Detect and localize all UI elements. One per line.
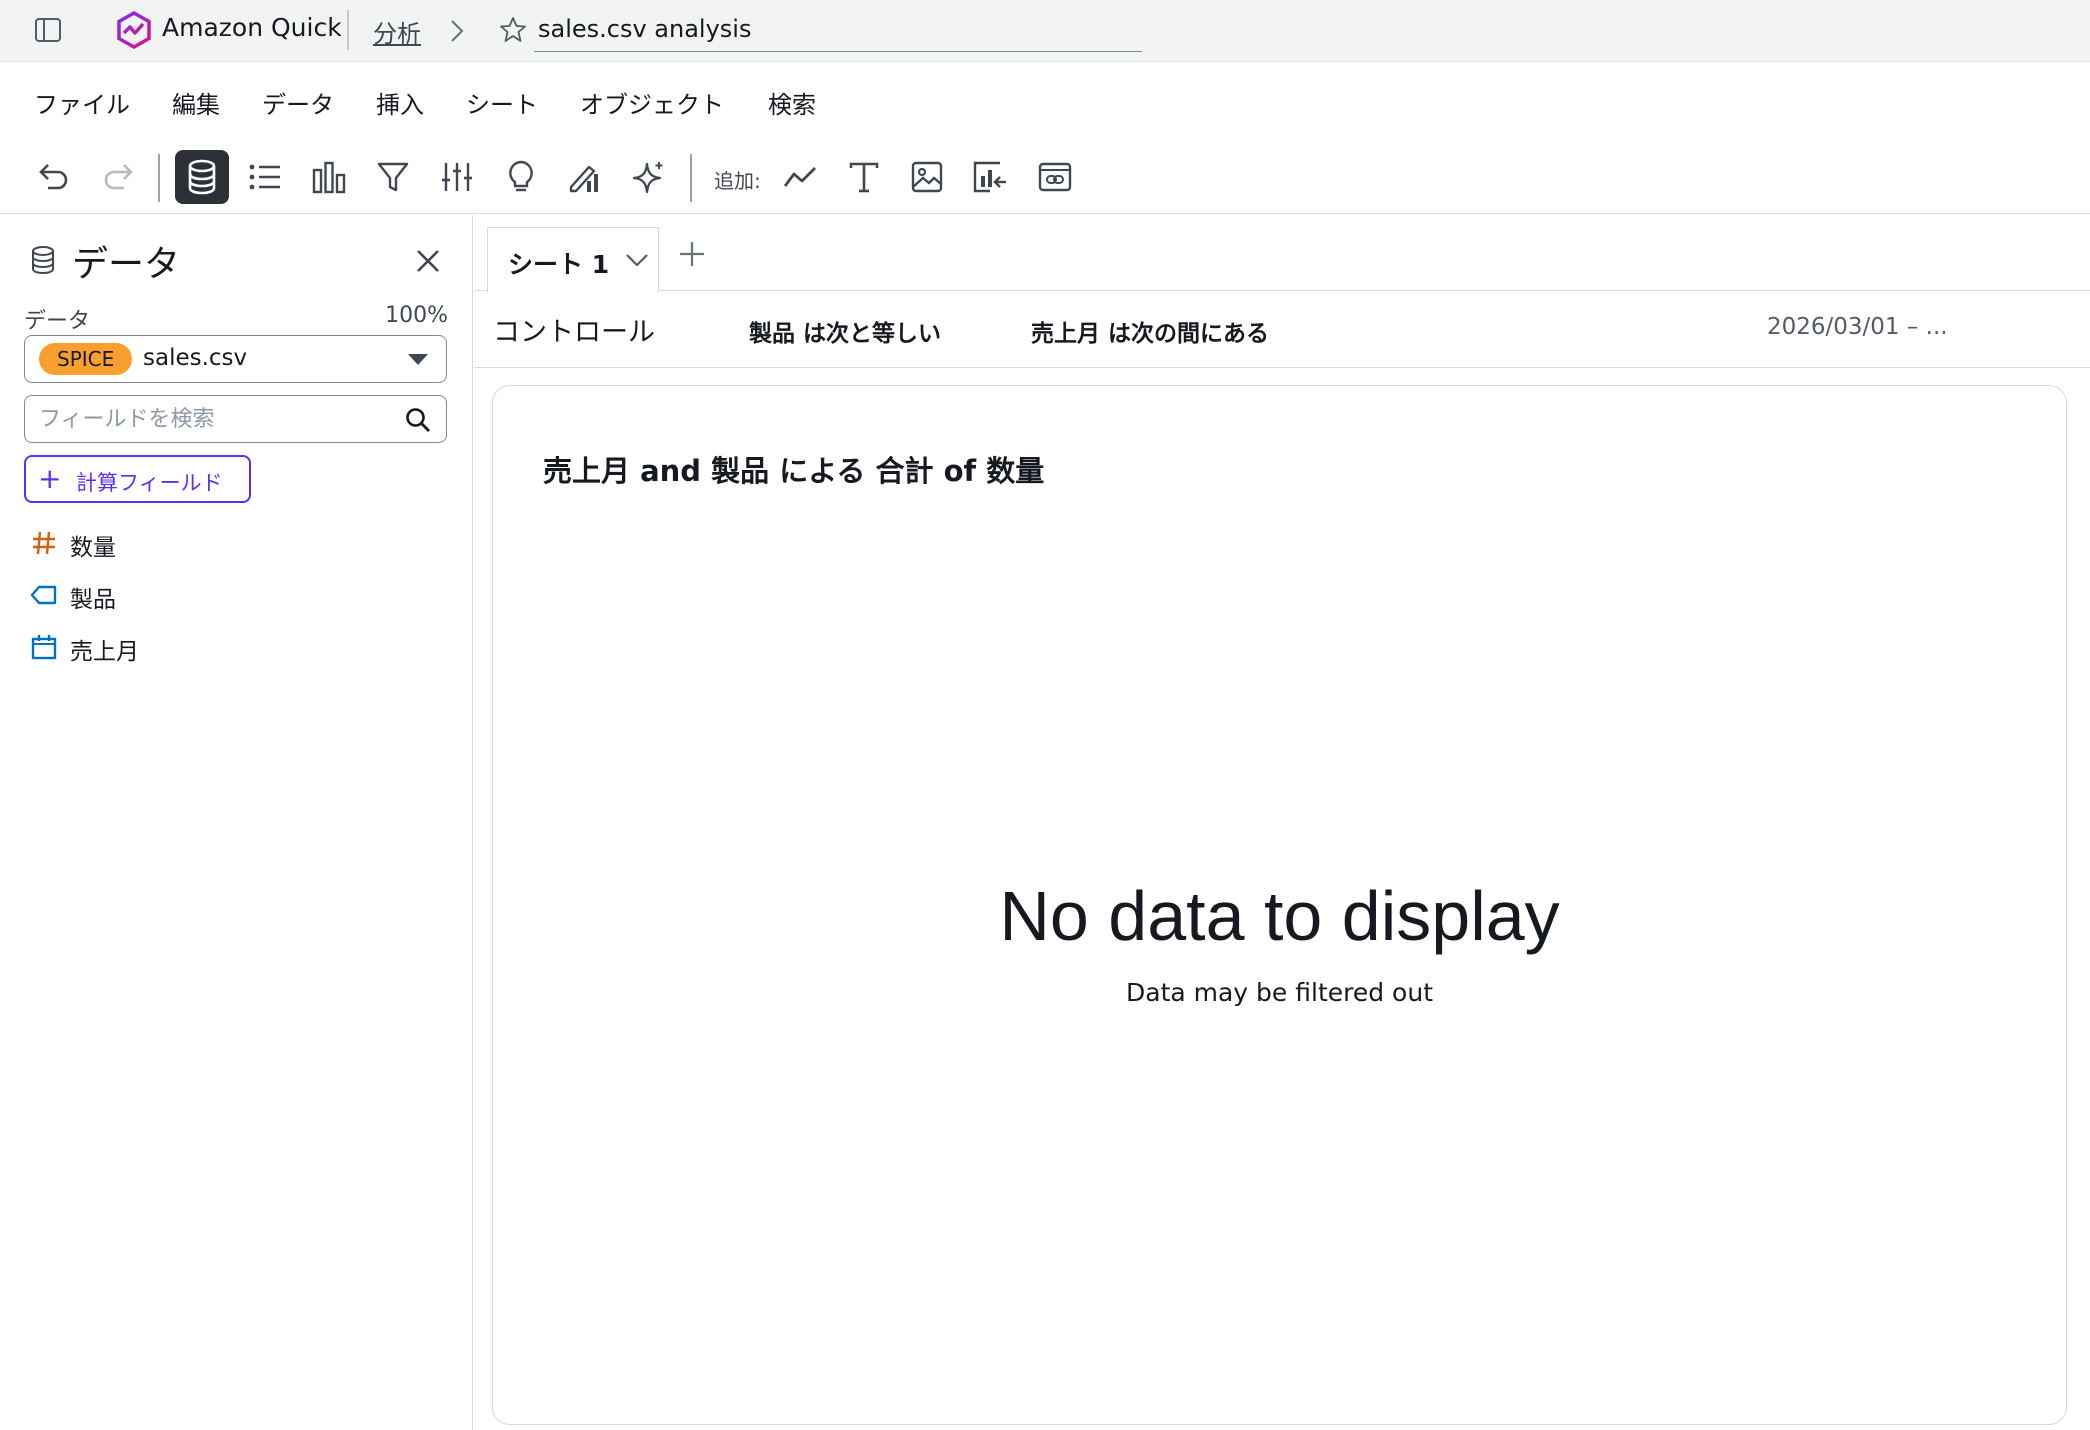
top-bar: Amazon Quick 分析 sales.csv analysis [0,0,2090,62]
product-filter-control[interactable]: 製品 は次と等しい [749,314,941,348]
toolbar: 追加: [0,140,2090,214]
controls-title[interactable]: コントロール [493,310,655,349]
data-panel: データ データ 100% SPICE sales.csv + 計算フィールド 数… [0,215,473,1430]
visual-card[interactable]: 売上月 and 製品 による 合計 of 数量 No data to displ… [492,385,2067,1425]
menu-insert[interactable]: 挿入 [376,85,424,120]
plus-icon: + [38,462,62,495]
analysis-title: sales.csv analysis [538,15,752,43]
toolbar-divider [158,154,160,202]
field-search[interactable] [24,395,447,443]
sales-month-filter-control[interactable]: 売上月 は次の間にある [1031,314,1269,348]
database-icon [30,245,56,275]
close-icon[interactable] [412,245,444,277]
chevron-down-icon[interactable] [624,250,650,268]
favorite-star-icon[interactable] [498,15,528,45]
hash-icon [30,529,58,557]
spice-badge: SPICE [39,343,133,375]
redo-icon[interactable] [92,150,146,204]
caret-down-icon [408,354,428,365]
breadcrumb-analyses-link[interactable]: 分析 [373,14,421,49]
menu-sheet[interactable]: シート [466,85,538,120]
empty-state-title: No data to display [999,877,1560,955]
menu-object[interactable]: オブジェクト [580,85,724,120]
app-name[interactable]: Amazon Quick [162,13,342,42]
dataset-select[interactable]: SPICE sales.csv [24,335,447,383]
toolbar-divider [690,154,692,202]
sliders-icon[interactable] [430,150,484,204]
header-divider [347,10,349,50]
analysis-title-field[interactable]: sales.csv analysis [534,10,1142,52]
tab-sheet-1[interactable]: シート 1 [487,227,659,293]
field-name: 数量 [70,535,116,561]
spice-usage-percent: 100% [385,303,448,328]
field-search-input[interactable] [39,404,389,434]
sparkle-icon[interactable] [622,150,676,204]
bar-chart-icon[interactable] [302,150,356,204]
field-item-product[interactable]: 製品 [30,577,450,613]
pencil-chart-icon[interactable] [558,150,612,204]
menu-edit[interactable]: 編集 [172,85,220,120]
menu-search[interactable]: 検索 [768,85,816,120]
empty-state-subtitle: Data may be filtered out [1126,978,1433,1007]
embed-icon[interactable] [1028,150,1082,204]
calc-field-label: 計算フィールド [76,471,223,495]
add-calculated-field-button[interactable]: + 計算フィールド [24,455,251,503]
breadcrumb-chevron-icon [448,18,466,44]
sheet-tab-bar: シート 1 [475,215,2090,293]
insight-icon[interactable] [964,150,1018,204]
sheet-tab-label: シート 1 [508,250,610,279]
add-label: 追加: [714,169,761,193]
image-icon[interactable] [900,150,954,204]
line-chart-icon[interactable] [773,150,827,204]
text-icon[interactable] [837,150,891,204]
menu-data[interactable]: データ [262,85,334,120]
search-icon[interactable] [404,406,432,434]
tag-icon [30,581,58,609]
panel-title: データ [72,244,181,285]
menu-file[interactable]: ファイル [34,85,130,120]
field-item-sales-month[interactable]: 売上月 [30,629,450,665]
filter-icon[interactable] [366,150,420,204]
controls-bar: コントロール 製品 は次と等しい 売上月 は次の間にある 2026/03/01 … [475,292,2090,368]
list-icon[interactable] [238,150,292,204]
dataset-label: データ [24,309,91,334]
lightbulb-icon[interactable] [494,150,548,204]
menu-bar: ファイル 編集 データ 挿入 シート オブジェクト 検索 [0,62,2090,138]
amazon-quick-logo-icon[interactable] [115,10,153,50]
field-name: 売上月 [70,639,139,665]
sales-month-filter-value[interactable]: 2026/03/01 – ... [1767,314,1948,340]
dataset-name: sales.csv [143,345,248,371]
field-item-quantity[interactable]: 数量 [30,525,450,561]
undo-icon[interactable] [26,150,80,204]
field-name: 製品 [70,587,116,613]
database-icon[interactable] [175,150,229,204]
add-sheet-icon[interactable] [675,237,709,271]
sidebar-toggle-icon[interactable] [34,16,62,44]
calendar-icon [30,633,58,661]
visual-title: 売上月 and 製品 による 合計 of 数量 [543,454,1045,488]
